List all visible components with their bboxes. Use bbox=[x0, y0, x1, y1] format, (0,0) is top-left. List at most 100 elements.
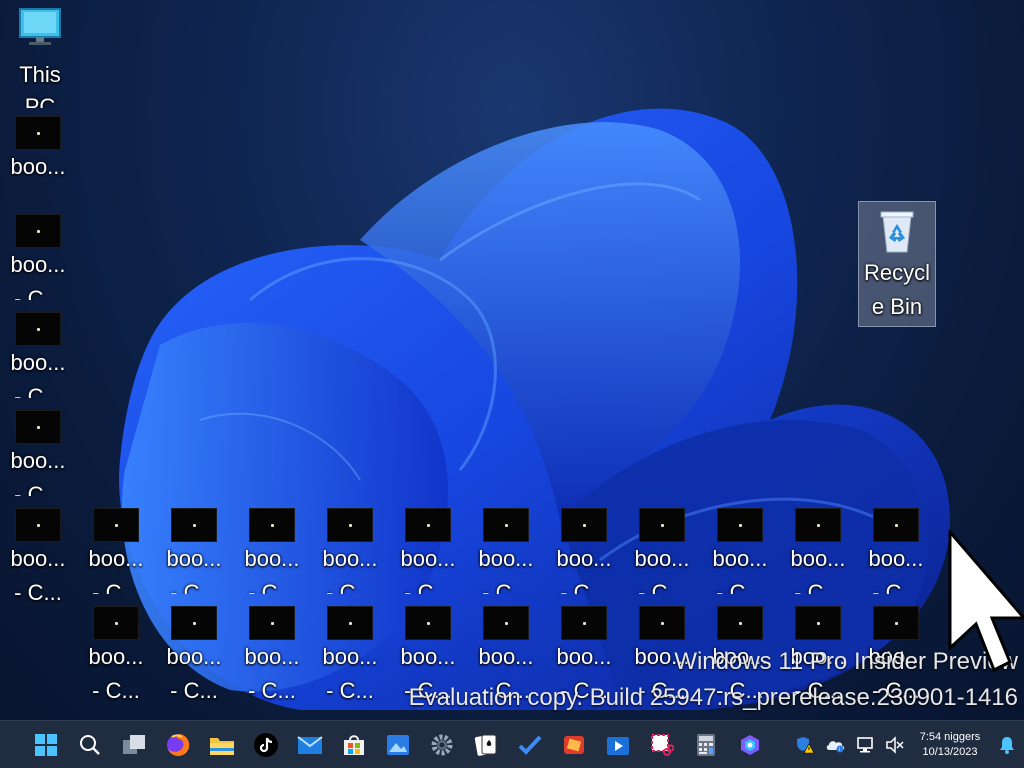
file-icon[interactable]: boo... - C... bbox=[0, 312, 76, 398]
file-label: boo... bbox=[10, 350, 66, 375]
tiktok-icon[interactable] bbox=[246, 725, 286, 765]
file-thumbnail bbox=[717, 508, 763, 542]
file-label: boo... bbox=[10, 546, 66, 571]
file-thumbnail bbox=[327, 508, 373, 542]
file-icon[interactable]: boo... - C... bbox=[78, 508, 154, 594]
file-thumbnail bbox=[327, 606, 373, 640]
settings-icon[interactable] bbox=[422, 725, 462, 765]
file-icon[interactable]: boo... - C... bbox=[702, 508, 778, 594]
file-icon[interactable]: boo... - C... bbox=[312, 606, 388, 708]
file-thumbnail bbox=[717, 606, 763, 640]
file-thumbnail bbox=[483, 606, 529, 640]
file-label: boo... bbox=[166, 644, 222, 669]
volume-muted-icon[interactable] bbox=[880, 725, 910, 765]
file-label-2: - C... bbox=[14, 286, 62, 300]
calculator-icon[interactable] bbox=[686, 725, 726, 765]
firefox-icon[interactable] bbox=[158, 725, 198, 765]
copilot-icon[interactable] bbox=[730, 725, 770, 765]
file-thumbnail bbox=[171, 508, 217, 542]
file-thumbnail bbox=[873, 508, 919, 542]
file-label-2: - C... bbox=[170, 678, 218, 703]
file-label: boo... bbox=[10, 154, 66, 179]
file-thumbnail bbox=[15, 116, 61, 150]
file-label-2: - C... bbox=[404, 580, 452, 594]
network-icon[interactable] bbox=[850, 725, 880, 765]
file-icon[interactable]: boo... - C... bbox=[624, 508, 700, 594]
file-explorer-icon[interactable] bbox=[202, 725, 242, 765]
file-thumbnail bbox=[405, 508, 451, 542]
file-label-2: - C... bbox=[638, 580, 686, 594]
media-player-icon[interactable] bbox=[598, 725, 638, 765]
todo-icon[interactable] bbox=[510, 725, 550, 765]
file-label-2: - C... bbox=[482, 580, 530, 594]
file-label: boo... bbox=[10, 252, 66, 277]
file-label-2: - C... bbox=[92, 580, 140, 594]
file-label-2: - C... bbox=[14, 580, 62, 605]
file-label: boo... bbox=[10, 448, 66, 473]
file-label: boo... bbox=[790, 546, 846, 571]
file-icon[interactable]: boo... - C... bbox=[78, 606, 154, 708]
file-label-2: - C... bbox=[248, 580, 296, 594]
watermark-line-2: Evaluation copy. Build 25947.rs_prerelea… bbox=[408, 684, 1018, 711]
file-thumbnail bbox=[15, 214, 61, 248]
file-icon[interactable]: boo... - C... bbox=[234, 606, 310, 708]
file-label: boo... bbox=[712, 546, 768, 571]
file-icon[interactable]: boo... - C... bbox=[0, 410, 76, 496]
file-label-2: - C... bbox=[872, 580, 920, 594]
clock-date: 10/13/2023 bbox=[922, 746, 978, 758]
file-thumbnail bbox=[15, 312, 61, 346]
game-icon[interactable] bbox=[554, 725, 594, 765]
store-icon[interactable] bbox=[334, 725, 374, 765]
bell-icon[interactable] bbox=[990, 725, 1024, 765]
file-thumbnail bbox=[483, 508, 529, 542]
file-icon[interactable]: boo... - C... bbox=[0, 508, 76, 610]
file-label: boo... bbox=[88, 644, 144, 669]
defender-warning-icon[interactable] bbox=[790, 725, 820, 765]
snipping-tool-icon[interactable] bbox=[642, 725, 682, 765]
desktop[interactable]: This PC Recycl e Bin boo... boo... - C..… bbox=[0, 0, 1024, 720]
recycle-bin-icon[interactable]: Recycl e Bin bbox=[858, 201, 936, 327]
file-icon[interactable]: boo... - C... bbox=[468, 508, 544, 594]
file-label-2: - C... bbox=[326, 678, 374, 703]
solitaire-icon[interactable] bbox=[466, 725, 506, 765]
file-icon[interactable]: boo... - C... bbox=[156, 508, 232, 594]
file-icon[interactable]: boo... - C... bbox=[390, 508, 466, 594]
photos-icon[interactable] bbox=[378, 725, 418, 765]
file-label-2: - C... bbox=[170, 580, 218, 594]
file-icon[interactable]: boo... bbox=[0, 116, 76, 184]
file-icon[interactable]: boo... - C... bbox=[546, 508, 622, 594]
recycle-bin-label-1: Recycl bbox=[863, 260, 930, 285]
file-thumbnail bbox=[561, 508, 607, 542]
file-label: boo... bbox=[400, 644, 456, 669]
file-label-2: - C... bbox=[326, 580, 374, 594]
file-label: boo... bbox=[556, 644, 612, 669]
task-view-icon[interactable] bbox=[114, 725, 154, 765]
onedrive-icon[interactable]: i bbox=[820, 725, 850, 765]
clock[interactable]: 7:54 niggers 10/13/2023 bbox=[910, 730, 990, 760]
file-label: boo... bbox=[244, 644, 300, 669]
mouse-cursor-icon bbox=[948, 530, 1024, 673]
file-label: boo... bbox=[478, 546, 534, 571]
file-icon[interactable]: boo... - C... bbox=[156, 606, 232, 708]
file-label-2: - C... bbox=[716, 580, 764, 594]
file-icon[interactable]: boo... - C... bbox=[234, 508, 310, 594]
mail-icon[interactable] bbox=[290, 725, 330, 765]
file-thumbnail bbox=[873, 606, 919, 640]
monitor-icon bbox=[19, 8, 61, 45]
file-thumbnail bbox=[249, 606, 295, 640]
file-thumbnail bbox=[561, 606, 607, 640]
file-icon[interactable]: boo... - C... bbox=[780, 508, 856, 594]
file-icon[interactable]: boo... - C... bbox=[858, 508, 934, 594]
this-pc-icon[interactable]: This PC bbox=[2, 6, 78, 108]
file-label: boo... bbox=[166, 546, 222, 571]
file-icon[interactable]: boo... - C... bbox=[312, 508, 388, 594]
file-label: boo... bbox=[244, 546, 300, 571]
taskbar: i 7:54 niggers 10/13/2023 bbox=[0, 720, 1024, 768]
file-label: boo... bbox=[556, 546, 612, 571]
start-icon[interactable] bbox=[26, 725, 66, 765]
file-icon[interactable]: boo... - C... bbox=[0, 214, 76, 300]
search-icon[interactable] bbox=[70, 725, 110, 765]
system-tray: i 7:54 niggers 10/13/2023 bbox=[790, 721, 1024, 768]
clock-time: 7:54 niggers bbox=[919, 731, 981, 743]
file-thumbnail bbox=[639, 606, 685, 640]
